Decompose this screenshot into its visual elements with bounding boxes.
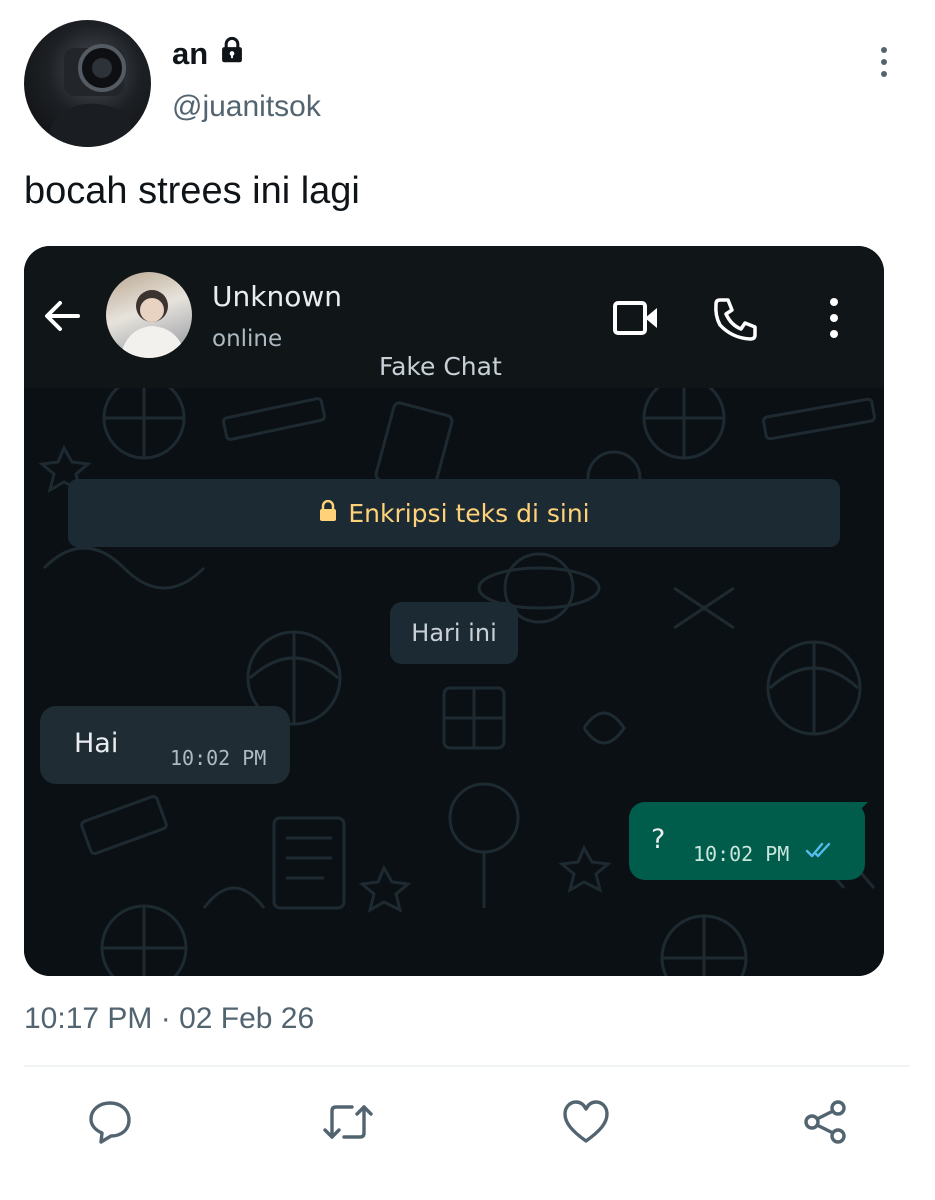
video-call-icon[interactable] [612, 298, 660, 343]
dot-icon [881, 71, 887, 77]
read-ticks-icon [805, 840, 835, 865]
display-name[interactable]: an [172, 36, 208, 72]
tweet-text: bocah strees ini lagi [24, 170, 360, 212]
share-icon [802, 1098, 850, 1151]
incoming-message-text: Hai [74, 728, 119, 759]
author-avatar[interactable] [24, 20, 151, 147]
chat-wallpaper [24, 376, 884, 976]
incoming-message-bubble: Hai 10:02 PM [40, 706, 290, 784]
user-handle[interactable]: @juanitsok [172, 90, 321, 124]
day-separator-text: Hari ini [411, 619, 497, 647]
encryption-notice: Enkripsi teks di sini [68, 479, 840, 547]
watermark-text: Fake Chat [379, 352, 502, 381]
back-arrow-icon[interactable] [42, 298, 82, 339]
kebab-menu-icon[interactable] [824, 298, 844, 338]
outgoing-message-bubble: ? 10:02 PM [629, 802, 865, 880]
retweet-button[interactable] [322, 1099, 374, 1150]
day-separator: Hari ini [390, 602, 518, 664]
lock-icon [318, 499, 338, 527]
like-icon [562, 1099, 610, 1150]
encryption-notice-text: Enkripsi teks di sini [348, 498, 590, 528]
like-button[interactable] [562, 1099, 610, 1150]
lock-icon [218, 36, 246, 72]
more-options-button[interactable] [866, 44, 902, 80]
phone-icon[interactable] [712, 296, 758, 347]
retweet-icon [322, 1099, 374, 1150]
dot-icon [881, 59, 887, 65]
contact-avatar[interactable] [106, 272, 192, 358]
display-name-row[interactable]: an [172, 36, 246, 72]
reply-icon [87, 1099, 133, 1150]
dot-icon [881, 47, 887, 53]
reply-button[interactable] [86, 1100, 134, 1148]
doodle-pattern [38, 376, 876, 976]
outgoing-message-text: ? [651, 824, 666, 855]
tweet-timestamp[interactable]: 10:17 PM · 02 Feb 26 [24, 1002, 314, 1036]
outgoing-message-time: 10:02 PM [693, 842, 790, 866]
incoming-message-time: 10:02 PM [170, 746, 267, 770]
divider [24, 1065, 910, 1067]
contact-name: Unknown [212, 280, 342, 313]
share-button[interactable] [802, 1098, 850, 1151]
tweet-media-image[interactable]: Unknown online Fake Chat Enkripsi teks d… [24, 246, 884, 976]
contact-status: online [212, 326, 283, 352]
